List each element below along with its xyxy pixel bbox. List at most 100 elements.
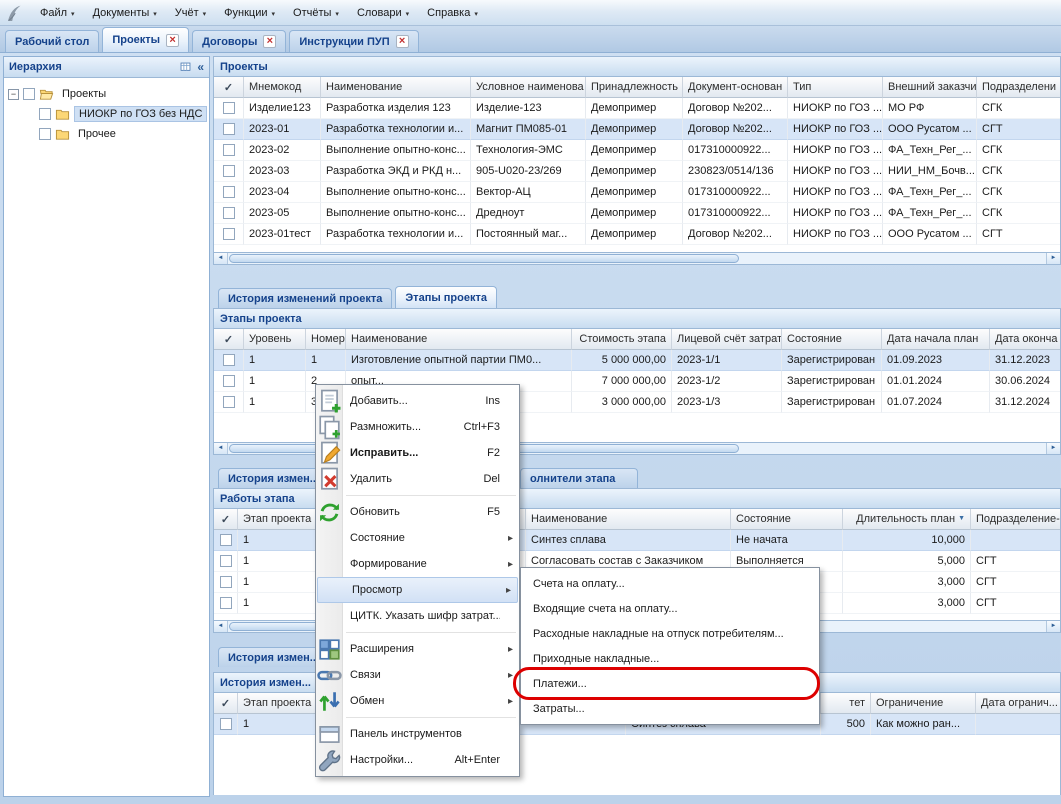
submenu-item[interactable]: Счета на оплату... [521, 571, 819, 596]
column-header[interactable]: Уровень [244, 329, 306, 350]
table-row[interactable]: 2023-01тестРазработка технологии и...Пос… [214, 224, 1060, 245]
scroll-left-button[interactable]: ◄ [214, 253, 228, 264]
submenu-item[interactable]: Входящие счета на оплату... [521, 596, 819, 621]
context-menu-item[interactable]: Состояние▸ [316, 525, 519, 551]
context-menu-item[interactable]: Расширения▸ [316, 636, 519, 662]
menubar-item[interactable]: Отчёты▾ [284, 3, 348, 23]
tree-node[interactable]: −Проекты [4, 84, 209, 104]
checkbox[interactable] [220, 534, 232, 546]
column-header[interactable]: Наименование [526, 509, 731, 530]
subtab-work-history[interactable]: История измен... [218, 647, 328, 667]
context-menu-item[interactable]: ЦИТК. Указать шифр затрат... [316, 603, 519, 629]
menubar-item[interactable]: Функции▾ [215, 3, 284, 23]
select-all-header[interactable]: ✓ [214, 77, 244, 98]
column-header[interactable]: Внешний заказчик [883, 77, 977, 98]
menubar-item[interactable]: Документы▾ [84, 3, 166, 23]
column-header[interactable]: Тип [788, 77, 883, 98]
column-header[interactable]: Дата начала план [882, 329, 990, 350]
checkbox[interactable] [223, 354, 235, 366]
context-menu-item[interactable]: Просмотр▸ [317, 577, 518, 603]
table-row[interactable]: 11Изготовление опытной партии ПМ0...5 00… [214, 350, 1060, 371]
close-icon[interactable]: × [396, 35, 409, 48]
table-row[interactable]: 2023-02Выполнение опытно-конс...Технолог… [214, 140, 1060, 161]
checkbox[interactable] [223, 375, 235, 387]
checkbox[interactable] [39, 108, 51, 120]
tab[interactable]: Рабочий стол [5, 30, 99, 52]
column-header[interactable]: Лицевой счёт затрат. [672, 329, 782, 350]
checkbox[interactable] [223, 102, 235, 114]
scroll-right-button[interactable]: ► [1046, 621, 1060, 632]
select-all-header[interactable]: ✓ [214, 329, 244, 350]
scroll-right-button[interactable]: ► [1046, 443, 1060, 454]
context-menu-item[interactable]: Обмен▸ [316, 688, 519, 714]
column-header[interactable]: Наименование [346, 329, 572, 350]
checkbox[interactable] [223, 165, 235, 177]
scroll-left-button[interactable]: ◄ [214, 621, 228, 632]
table-row[interactable]: Изделие123Разработка изделия 123Изделие-… [214, 98, 1060, 119]
column-header[interactable]: Условное наименова [471, 77, 586, 98]
checkbox[interactable] [220, 718, 232, 730]
context-menu-item[interactable]: Добавить...Ins [316, 388, 519, 414]
menubar-item[interactable]: Словари▾ [348, 3, 418, 23]
column-header[interactable]: Стоимость этапа [572, 329, 672, 350]
menubar-item[interactable]: Справка▾ [418, 3, 487, 23]
tree-node[interactable]: НИОКР по ГОЗ без НДС [4, 104, 209, 124]
checkbox[interactable] [23, 88, 35, 100]
checkbox[interactable] [223, 123, 235, 135]
column-header[interactable]: Наименование [321, 77, 471, 98]
context-menu-item[interactable]: Настройки...Alt+Enter [316, 747, 519, 773]
table-row[interactable]: 2023-04Выполнение опытно-конс...Вектор-А… [214, 182, 1060, 203]
context-menu-item[interactable]: Исправить...F2 [316, 440, 519, 466]
column-header[interactable]: Подразделени [977, 77, 1061, 98]
close-icon[interactable]: × [263, 35, 276, 48]
column-header[interactable]: Номер [306, 329, 346, 350]
scroll-right-button[interactable]: ► [1046, 253, 1060, 264]
context-menu-item[interactable]: УдалитьDel [316, 466, 519, 492]
column-header[interactable]: Состояние [731, 509, 843, 530]
checkbox[interactable] [223, 186, 235, 198]
expander-icon[interactable]: − [8, 89, 19, 100]
column-header[interactable]: Дата оконча [990, 329, 1061, 350]
checkbox[interactable] [39, 128, 51, 140]
checkbox[interactable] [223, 207, 235, 219]
context-menu-item[interactable]: Формирование▸ [316, 551, 519, 577]
submenu-item[interactable]: Платежи... [521, 671, 819, 696]
submenu-item[interactable]: Затраты... [521, 696, 819, 721]
checkbox[interactable] [220, 555, 232, 567]
checkbox[interactable] [220, 576, 232, 588]
scroll-left-button[interactable]: ◄ [214, 443, 228, 454]
grid-icon[interactable] [179, 61, 192, 74]
context-menu-item[interactable]: Размножить...Ctrl+F3 [316, 414, 519, 440]
column-header[interactable]: Ограничение [871, 693, 976, 714]
tab[interactable]: Этапы проекта [395, 286, 497, 308]
submenu-item[interactable]: Расходные накладные на отпуск потребител… [521, 621, 819, 646]
close-icon[interactable]: × [166, 34, 179, 47]
tree-node[interactable]: Прочее [4, 124, 209, 144]
tab[interactable]: Проекты× [102, 27, 189, 52]
checkbox[interactable] [223, 228, 235, 240]
tab[interactable]: Инструкции ПУП× [289, 30, 418, 52]
checkbox[interactable] [223, 144, 235, 156]
tab[interactable]: История изменений проекта [218, 288, 392, 308]
column-header[interactable]: тет [821, 693, 871, 714]
column-header[interactable]: Принадлежность [586, 77, 683, 98]
table-row[interactable]: 2023-01Разработка технологии и...Магнит … [214, 119, 1060, 140]
checkbox[interactable] [220, 597, 232, 609]
table-row[interactable]: 2023-05Выполнение опытно-конс...Дредноут… [214, 203, 1060, 224]
submenu-item[interactable]: Приходные накладные... [521, 646, 819, 671]
scroll-thumb[interactable] [229, 254, 739, 263]
column-header[interactable]: Подразделение-исп [971, 509, 1061, 530]
column-header[interactable]: Документ-основан [683, 77, 788, 98]
menubar-item[interactable]: Учёт▾ [166, 3, 215, 23]
collapse-sidebar-icon[interactable]: « [197, 62, 204, 72]
column-header[interactable]: Мнемокод [244, 77, 321, 98]
table-row[interactable]: 2023-03Разработка ЭКД и РКД н...905-U020… [214, 161, 1060, 182]
checkbox[interactable] [223, 396, 235, 408]
projects-hscrollbar[interactable]: ◄ ► [213, 252, 1061, 265]
column-header[interactable]: Состояние [782, 329, 882, 350]
context-menu-item[interactable]: ОбновитьF5 [316, 499, 519, 525]
column-header[interactable]: Длительность план▼ [843, 509, 971, 530]
tab[interactable]: Договоры× [192, 30, 286, 52]
column-header[interactable]: Дата огранич... [976, 693, 1061, 714]
menubar-item[interactable]: Файл▾ [31, 3, 84, 23]
